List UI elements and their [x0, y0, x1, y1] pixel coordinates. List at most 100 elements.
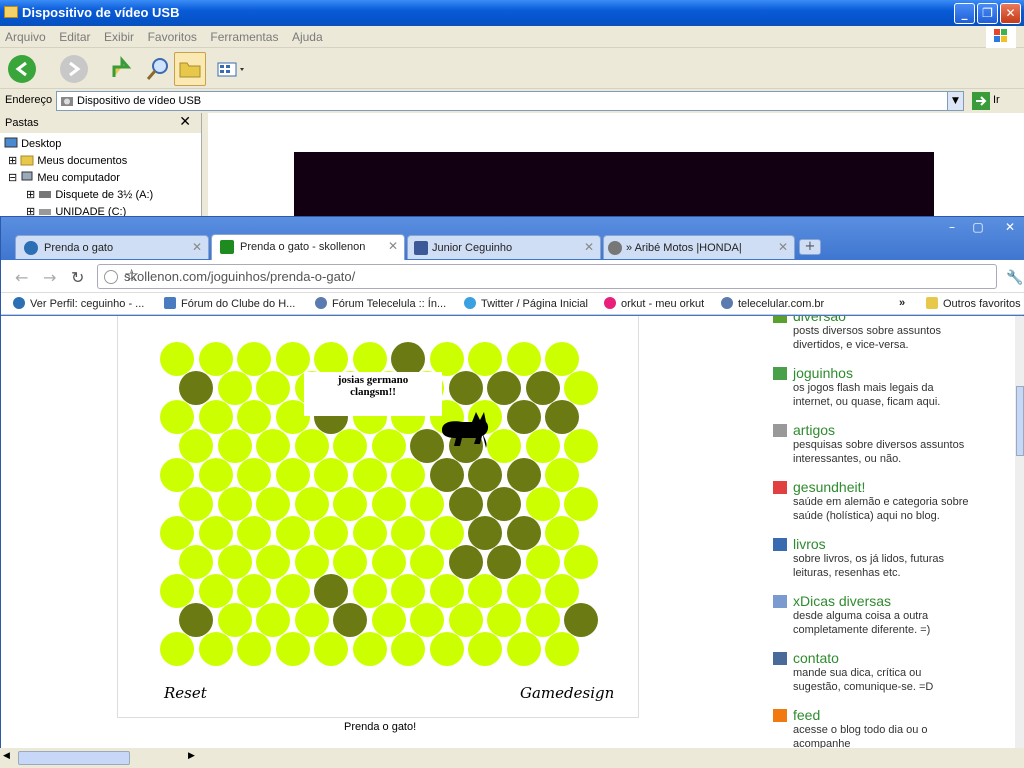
sidebar-category-6[interactable]: contato mande sua dica, crítica ou sugest… — [771, 650, 971, 694]
cell-dot[interactable] — [294, 545, 329, 579]
cell-dot[interactable] — [371, 429, 406, 463]
cell-dot[interactable] — [314, 632, 348, 666]
cell-dot[interactable] — [391, 574, 425, 608]
cell-dot[interactable] — [198, 400, 233, 434]
tree-item-computer[interactable]: ⊟ Meu computador — [8, 171, 120, 184]
cell-dot[interactable] — [160, 516, 194, 550]
category-title[interactable]: livros — [771, 536, 971, 552]
close-icon[interactable]: ✕ — [179, 113, 191, 130]
cell-dot[interactable] — [333, 603, 367, 637]
sidebar-category-3[interactable]: gesundheit! saúde em alemão e categoria s… — [771, 479, 971, 523]
cell-dot[interactable] — [294, 429, 329, 463]
cell-dot[interactable] — [525, 429, 560, 463]
cell-dot[interactable] — [448, 487, 483, 521]
cell-dot[interactable] — [179, 371, 213, 405]
tab-junior-ceguinho[interactable]: Junior Ceguinho ✕ — [407, 235, 601, 259]
cell-dot[interactable] — [506, 458, 541, 492]
new-tab-button[interactable]: + — [799, 239, 821, 255]
star-icon[interactable]: ☆ — [124, 266, 992, 286]
cell-dot[interactable] — [564, 603, 598, 637]
cell-dot[interactable] — [333, 429, 367, 463]
cell-dot[interactable] — [525, 545, 560, 579]
cell-dot[interactable] — [275, 458, 310, 492]
up-folder-icon[interactable] — [108, 55, 136, 83]
cell-dot[interactable] — [506, 574, 541, 608]
sidebar-category-1[interactable]: joguinhos os jogos flash mais legais da i… — [771, 365, 971, 409]
cell-dot[interactable] — [429, 632, 464, 666]
cell-dot[interactable] — [217, 429, 252, 463]
cell-dot[interactable] — [525, 603, 560, 637]
cell-dot[interactable] — [352, 516, 387, 550]
cell-dot[interactable] — [275, 516, 310, 550]
bookmark-orkut[interactable]: orkut - meu orkut — [604, 297, 704, 310]
bookmarks-overflow-button[interactable]: » — [899, 297, 905, 309]
cell-dot[interactable] — [352, 574, 387, 608]
cell-dot[interactable] — [314, 458, 348, 492]
menu-arquivo[interactable]: Arquivo — [0, 26, 51, 44]
cell-dot[interactable] — [237, 458, 271, 492]
go-arrow-icon[interactable] — [972, 92, 990, 110]
cell-dot[interactable] — [217, 371, 252, 405]
cell-dot[interactable] — [525, 487, 560, 521]
close-button[interactable]: ✕ — [999, 220, 1021, 236]
gamedesign-link[interactable]: Gamedesign — [520, 684, 614, 702]
cell-dot[interactable] — [371, 603, 406, 637]
cell-dot[interactable] — [487, 371, 521, 405]
cell-dot[interactable] — [487, 603, 521, 637]
cell-dot[interactable] — [217, 487, 252, 521]
back-icon[interactable]: ← — [15, 268, 28, 287]
cell-dot[interactable] — [564, 545, 598, 579]
category-title[interactable]: gesundheit! — [771, 479, 971, 495]
cell-dot[interactable] — [198, 458, 233, 492]
cell-dot[interactable] — [314, 574, 348, 608]
cell-dot[interactable] — [371, 545, 406, 579]
cell-dot[interactable] — [333, 545, 367, 579]
category-title[interactable]: artigos — [771, 422, 971, 438]
cell-dot[interactable] — [506, 632, 541, 666]
cell-dot[interactable] — [352, 342, 387, 376]
maximize-button[interactable]: ❐ — [977, 3, 998, 24]
url-bar[interactable]: skollenon.com/joguinhos/prenda-o-gato/ ☆ — [97, 264, 997, 289]
cell-dot[interactable] — [314, 342, 348, 376]
category-title[interactable]: diversão — [771, 316, 971, 324]
cell-dot[interactable] — [468, 342, 502, 376]
reset-button[interactable]: Reset — [164, 684, 207, 702]
category-title[interactable]: contato — [771, 650, 971, 666]
cell-dot[interactable] — [256, 429, 290, 463]
tab-aribe-motos[interactable]: » Aribé Motos |HONDA| ✕ — [603, 235, 795, 259]
category-title[interactable]: joguinhos — [771, 365, 971, 381]
sidebar-category-2[interactable]: artigos pesquisas sobre diversos assuntos… — [771, 422, 971, 466]
cell-dot[interactable] — [468, 632, 502, 666]
cell-dot[interactable] — [468, 458, 502, 492]
cell-dot[interactable] — [468, 574, 502, 608]
sidebar-category-5[interactable]: xDicas diversas desde alguma coisa a outr… — [771, 593, 971, 637]
other-bookmarks-folder[interactable]: Outros favoritos — [926, 297, 1021, 310]
cell-dot[interactable] — [545, 574, 579, 608]
cell-dot[interactable] — [429, 342, 464, 376]
cell-dot[interactable] — [545, 632, 579, 666]
cell-dot[interactable] — [198, 632, 233, 666]
cell-dot[interactable] — [237, 400, 271, 434]
cell-dot[interactable] — [468, 516, 502, 550]
chevron-down-icon[interactable]: ▼ — [947, 92, 963, 110]
cell-dot[interactable] — [217, 545, 252, 579]
search-icon[interactable] — [144, 55, 172, 83]
cell-dot[interactable] — [256, 603, 290, 637]
cell-dot[interactable] — [275, 574, 310, 608]
vertical-scrollbar[interactable] — [1015, 316, 1024, 748]
cell-dot[interactable] — [391, 458, 425, 492]
cell-dot[interactable] — [545, 400, 579, 434]
reload-icon[interactable]: ↻ — [71, 268, 84, 287]
back-icon[interactable] — [8, 55, 36, 83]
minimize-button[interactable]: _ — [954, 3, 975, 24]
cell-dot[interactable] — [333, 487, 367, 521]
horizontal-scrollbar[interactable]: ◀ ▶ — [0, 747, 202, 768]
cell-dot[interactable] — [429, 516, 464, 550]
category-title[interactable]: feed — [771, 707, 971, 723]
cell-dot[interactable] — [314, 516, 348, 550]
views-icon[interactable] — [214, 55, 248, 83]
cell-dot[interactable] — [410, 603, 444, 637]
close-icon[interactable]: ✕ — [584, 240, 594, 254]
bookmark-telecelular[interactable]: telecelular.com.br — [721, 297, 824, 310]
cell-dot[interactable] — [545, 458, 579, 492]
